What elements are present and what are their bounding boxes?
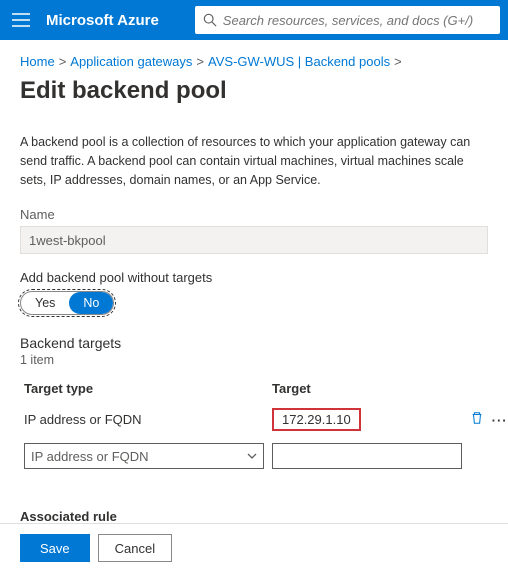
target-value-cell[interactable]: 172.29.1.10 [272,408,361,431]
name-label: Name [20,207,488,222]
breadcrumb: Home > Application gateways > AVS-GW-WUS… [20,54,488,69]
page-description: A backend pool is a collection of resour… [20,133,488,189]
brand-label: Microsoft Azure [46,12,159,29]
search-box[interactable] [195,6,500,34]
footer-bar: Save Cancel [0,523,508,572]
without-targets-label: Add backend pool without targets [20,270,488,285]
breadcrumb-appgateways[interactable]: Application gateways [70,54,192,69]
table-row-new: IP address or FQDN [20,437,508,475]
chevron-down-icon [247,453,257,459]
menu-icon[interactable] [8,9,34,31]
search-input[interactable] [223,13,492,28]
save-button[interactable]: Save [20,534,90,562]
more-icon[interactable]: ··· [488,413,508,428]
table-row: IP address or FQDN 172.29.1.10 ··· [20,402,508,437]
target-value-input[interactable] [272,443,462,469]
targets-count: 1 item [20,353,488,367]
cancel-button[interactable]: Cancel [98,534,172,562]
target-type-cell: IP address or FQDN [20,402,268,437]
toggle-no[interactable]: No [69,292,113,314]
breadcrumb-home[interactable]: Home [20,54,55,69]
chevron-right-icon: > [394,54,402,69]
target-type-select[interactable]: IP address or FQDN [24,443,264,469]
chevron-right-icon: > [59,54,67,69]
without-targets-toggle[interactable]: Yes No [20,291,114,315]
toggle-yes[interactable]: Yes [21,292,69,314]
name-input[interactable] [20,226,488,254]
select-placeholder: IP address or FQDN [31,449,149,464]
targets-heading: Backend targets [20,335,488,351]
chevron-right-icon: > [196,54,204,69]
col-header-type: Target type [20,375,268,402]
delete-icon[interactable] [470,413,488,428]
targets-table: Target type Target IP address or FQDN 17… [20,375,508,475]
page-title: Edit backend pool [20,77,488,105]
breadcrumb-resource[interactable]: AVS-GW-WUS | Backend pools [208,54,390,69]
top-bar: Microsoft Azure [0,0,508,40]
col-header-target: Target [268,375,466,402]
search-icon [203,13,217,27]
associated-rule-label: Associated rule [20,509,488,524]
main-content: Home > Application gateways > AVS-GW-WUS… [0,40,508,520]
